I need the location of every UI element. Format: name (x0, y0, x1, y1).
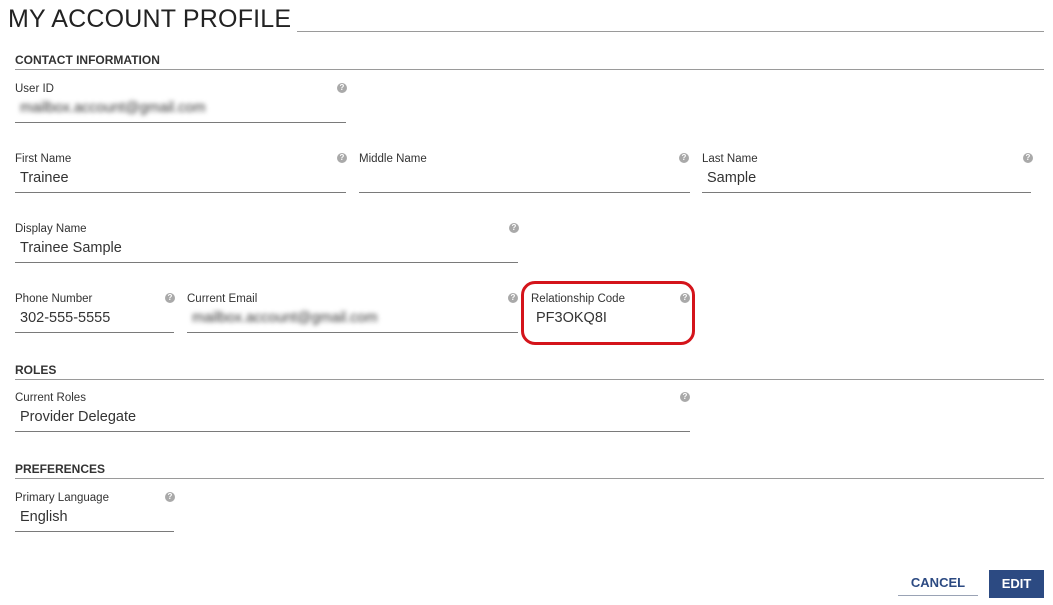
phone-number-field[interactable]: Phone Number ? 302-555-5555 (15, 293, 175, 338)
help-icon[interactable]: ? (680, 392, 690, 402)
primary-language-underline (15, 531, 174, 532)
section-header-roles: ROLES (15, 363, 1044, 380)
help-icon[interactable]: ? (1023, 153, 1033, 163)
first-name-underline (15, 192, 346, 193)
phone-number-value: 302-555-5555 (20, 310, 111, 326)
help-icon[interactable]: ? (337, 153, 347, 163)
edit-button[interactable]: EDIT (989, 570, 1044, 598)
cancel-button[interactable]: CANCEL (898, 572, 978, 596)
current-email-field[interactable]: Current Email ? mailbox.account@gmail.co… (187, 293, 518, 338)
last-name-value: Sample (707, 170, 757, 186)
help-icon[interactable]: ? (165, 492, 175, 502)
primary-language-field[interactable]: Primary Language ? English (15, 492, 175, 537)
first-name-label: First Name (15, 153, 72, 165)
current-roles-underline (15, 431, 690, 432)
last-name-field[interactable]: Last Name ? Sample (702, 153, 1033, 198)
help-icon[interactable]: ? (508, 293, 518, 303)
current-email-underline (187, 332, 518, 333)
last-name-label: Last Name (702, 153, 758, 165)
first-name-value: Trainee (20, 170, 69, 186)
user-id-underline (15, 122, 346, 123)
user-id-value: mailbox.account@gmail.com (20, 100, 206, 116)
relationship-code-highlight (521, 281, 695, 345)
help-icon[interactable]: ? (509, 223, 519, 233)
current-roles-value: Provider Delegate (20, 409, 137, 425)
last-name-underline (702, 192, 1031, 193)
display-name-value: Trainee Sample (20, 240, 122, 256)
user-id-label: User ID (15, 83, 54, 95)
section-header-contact: CONTACT INFORMATION (15, 53, 1044, 70)
first-name-field[interactable]: First Name ? Trainee (15, 153, 347, 198)
current-roles-label: Current Roles (15, 392, 86, 404)
phone-number-label: Phone Number (15, 293, 93, 305)
primary-language-label: Primary Language (15, 492, 109, 504)
display-name-label: Display Name (15, 223, 87, 235)
current-email-value: mailbox.account@gmail.com (192, 310, 378, 326)
middle-name-field[interactable]: Middle Name ? (359, 153, 690, 198)
current-roles-field[interactable]: Current Roles ? Provider Delegate (15, 392, 690, 437)
display-name-underline (15, 262, 518, 263)
current-email-label: Current Email (187, 293, 258, 305)
middle-name-underline (359, 192, 690, 193)
help-icon[interactable]: ? (337, 83, 347, 93)
title-divider (297, 31, 1044, 32)
middle-name-label: Middle Name (359, 153, 427, 165)
phone-number-underline (15, 332, 174, 333)
section-header-preferences: PREFERENCES (15, 462, 1044, 479)
help-icon[interactable]: ? (165, 293, 175, 303)
display-name-field[interactable]: Display Name ? Trainee Sample (15, 223, 519, 268)
primary-language-value: English (20, 509, 68, 525)
help-icon[interactable]: ? (679, 153, 689, 163)
page-title: MY ACCOUNT PROFILE (8, 5, 292, 33)
user-id-field[interactable]: User ID ? mailbox.account@gmail.com (15, 83, 347, 128)
